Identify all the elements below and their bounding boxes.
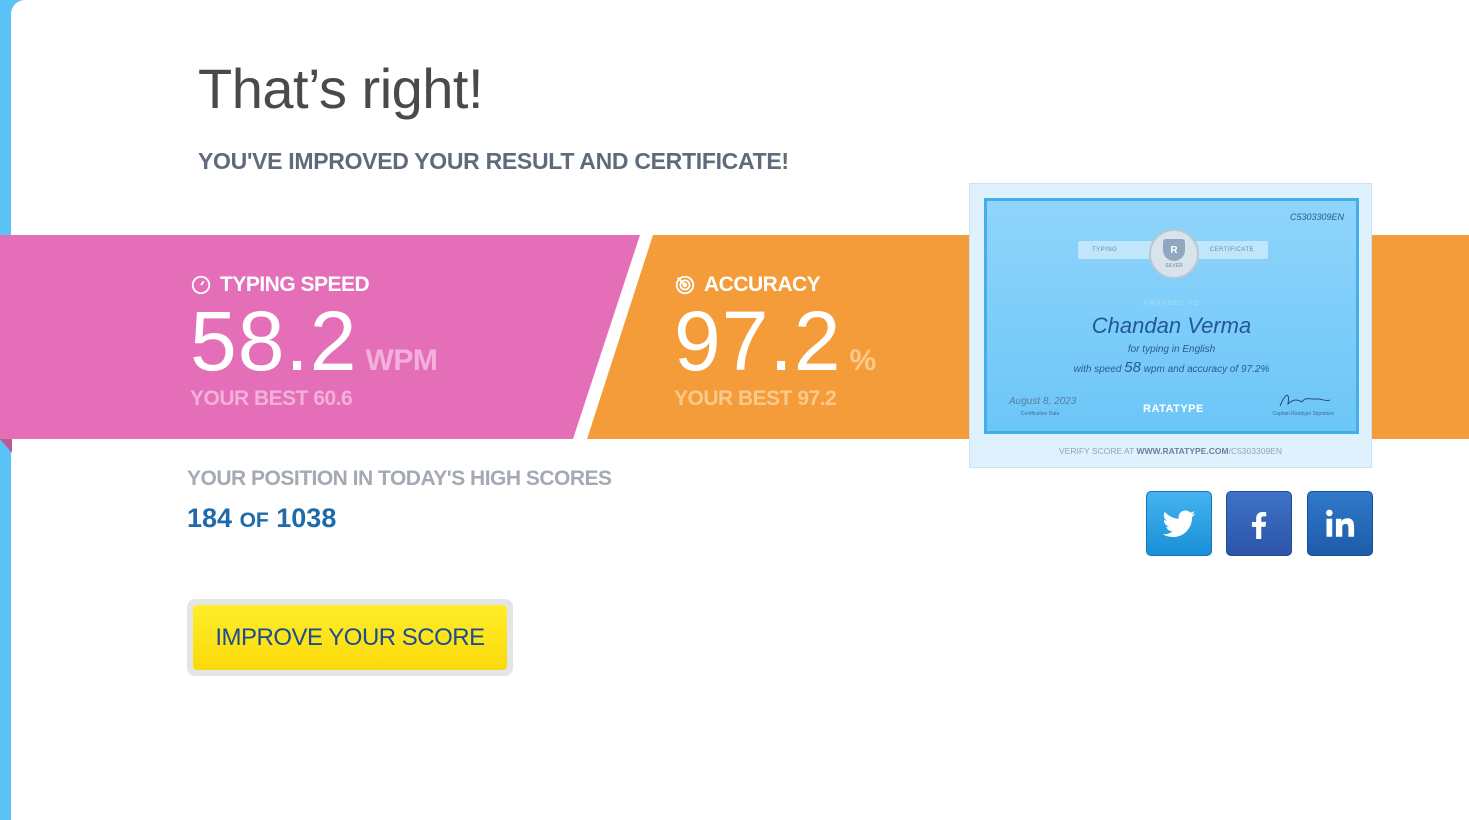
share-twitter-button[interactable]	[1146, 491, 1212, 556]
band-fold-decoration	[0, 439, 12, 453]
verify-url: WWW.RATATYPE.COM	[1136, 446, 1229, 456]
certificate-awarded-to: AWARDED TO	[1143, 300, 1200, 307]
verify-prefix: VERIFY SCORE AT	[1059, 446, 1135, 456]
page-title: That’s right!	[198, 57, 484, 120]
badge-level: SILVER	[1165, 263, 1183, 269]
share-facebook-button[interactable]	[1226, 491, 1292, 556]
certificate-with-suffix: wpm and accuracy of 97.2%	[1143, 364, 1270, 375]
verify-path: /C5303309EN	[1228, 446, 1282, 456]
certificate-recipient: Chandan Verma	[1091, 313, 1252, 338]
certificate-ribbon-right: CERTIFICATE	[1209, 247, 1254, 253]
linkedin-icon	[1326, 509, 1355, 537]
target-icon	[675, 275, 695, 295]
high-score-position: 184 OF 1038	[187, 503, 336, 534]
shield-icon: R	[1163, 239, 1185, 261]
certificate-date: August 8, 2023	[1009, 396, 1077, 407]
typing-speed-unit: WPM	[365, 344, 438, 377]
typing-speed-stat: TYPING SPEED 58.2 WPM YOUR BEST 60.6	[190, 273, 438, 411]
certificate-verify-link[interactable]: VERIFY SCORE AT WWW.RATATYPE.COM/C530330…	[970, 446, 1371, 456]
speedometer-icon	[191, 275, 211, 295]
accuracy-value: 97.2	[674, 294, 842, 388]
certificate-signature-label: Captain Ratatype Signature	[1272, 411, 1334, 417]
certificate-ribbon-left: TYPING	[1092, 247, 1118, 253]
certificate-for-line: for typing in English	[1127, 344, 1216, 355]
facebook-icon	[1251, 511, 1267, 539]
accuracy-unit: %	[849, 344, 877, 377]
position-of: OF	[239, 509, 269, 532]
accuracy-best: YOUR BEST 97.2	[674, 387, 837, 410]
signature-icon	[1279, 394, 1331, 407]
certificate-with-prefix: with speed	[1073, 364, 1122, 375]
share-linkedin-button[interactable]	[1307, 491, 1373, 556]
certificate-speed: 58	[1124, 359, 1141, 376]
certificate-date-label: Certification Date	[1021, 411, 1060, 417]
twitter-icon	[1162, 510, 1196, 537]
improve-score-button[interactable]: IMPROVE YOUR SCORE	[193, 605, 507, 670]
improve-button-frame: IMPROVE YOUR SCORE	[187, 599, 513, 676]
certificate: C5303309EN TYPING CERTIFICATE R SILVER A…	[984, 198, 1359, 434]
typing-speed-value: 58.2	[190, 294, 358, 388]
accuracy-stat: ACCURACY 97.2 % YOUR BEST 97.2	[674, 273, 876, 411]
certificate-preview[interactable]: C5303309EN TYPING CERTIFICATE R SILVER A…	[969, 183, 1372, 468]
certificate-brand-logo: RATATYPE	[1143, 403, 1204, 415]
position-rank: 184	[187, 503, 233, 533]
position-total: 1038	[276, 503, 337, 533]
page-subtitle: YOU'VE IMPROVED YOUR RESULT AND CERTIFIC…	[198, 148, 789, 174]
certificate-speed-line: with speed 58 wpm and accuracy of 97.2%	[987, 359, 1356, 376]
typing-speed-best: YOUR BEST 60.6	[190, 387, 353, 410]
certificate-id: C5303309EN	[1289, 212, 1344, 222]
silver-badge-icon: R SILVER	[1149, 229, 1199, 279]
high-score-position-label: YOUR POSITION IN TODAY'S HIGH SCORES	[187, 467, 612, 490]
